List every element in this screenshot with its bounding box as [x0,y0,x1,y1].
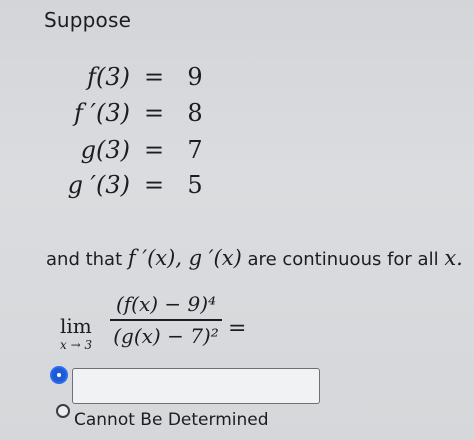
question-panel: Suppose f(3) = 9 f ′(3) = 8 g(3) = 7 g ′… [0,0,474,440]
equals-sign: = [143,136,165,164]
limit-fraction: (f(x) − 9)⁴ (g(x) − 7)² [110,292,222,348]
equation-row-g3: g(3) = 7 [48,133,228,167]
equals-sign: = [143,99,165,127]
condition-middle: are continuous for all [247,249,439,270]
equals-sign: = [143,63,165,91]
cannot-be-determined-label[interactable]: Cannot Be Determined [74,410,269,430]
fraction-numerator: (f(x) − 9)⁴ [115,292,217,316]
equation-row-f3: f(3) = 9 [48,60,228,94]
limit-equals-sign: = [228,316,247,341]
radio-answer-input[interactable] [52,368,66,382]
equation-lhs: g(3) [80,136,130,164]
equation-row-fprime3: f ′(3) = 8 [48,96,228,130]
limit-expression: lim x → 3 (f(x) − 9)⁴ (g(x) − 7)² = [56,290,266,360]
fraction-bar [110,319,222,321]
limit-subscript: x → 3 [60,338,93,352]
intro-text: Suppose [44,8,132,32]
equation-rhs: 5 [187,171,203,199]
equation-lhs: f ′(3) [74,99,130,127]
equals-sign: = [143,171,165,199]
equation-row-gprime3: g ′(3) = 5 [48,168,228,202]
answer-input[interactable] [72,368,320,404]
continuity-condition: and that f ′(x), g ′(x) are continuous f… [46,246,463,270]
equation-rhs: 8 [187,99,203,127]
equation-lhs: g ′(3) [67,171,130,199]
condition-prefix: and that [46,249,123,270]
radio-cannot-be-determined[interactable] [56,404,70,418]
equation-rhs: 9 [187,63,203,91]
condition-functions: f ′(x), g ′(x) [127,246,242,270]
equation-lhs: f(3) [87,63,130,91]
condition-variable: x. [444,246,463,270]
fraction-denominator: (g(x) − 7)² [113,324,219,348]
limit-word: lim [60,314,92,338]
equation-rhs: 7 [187,136,203,164]
